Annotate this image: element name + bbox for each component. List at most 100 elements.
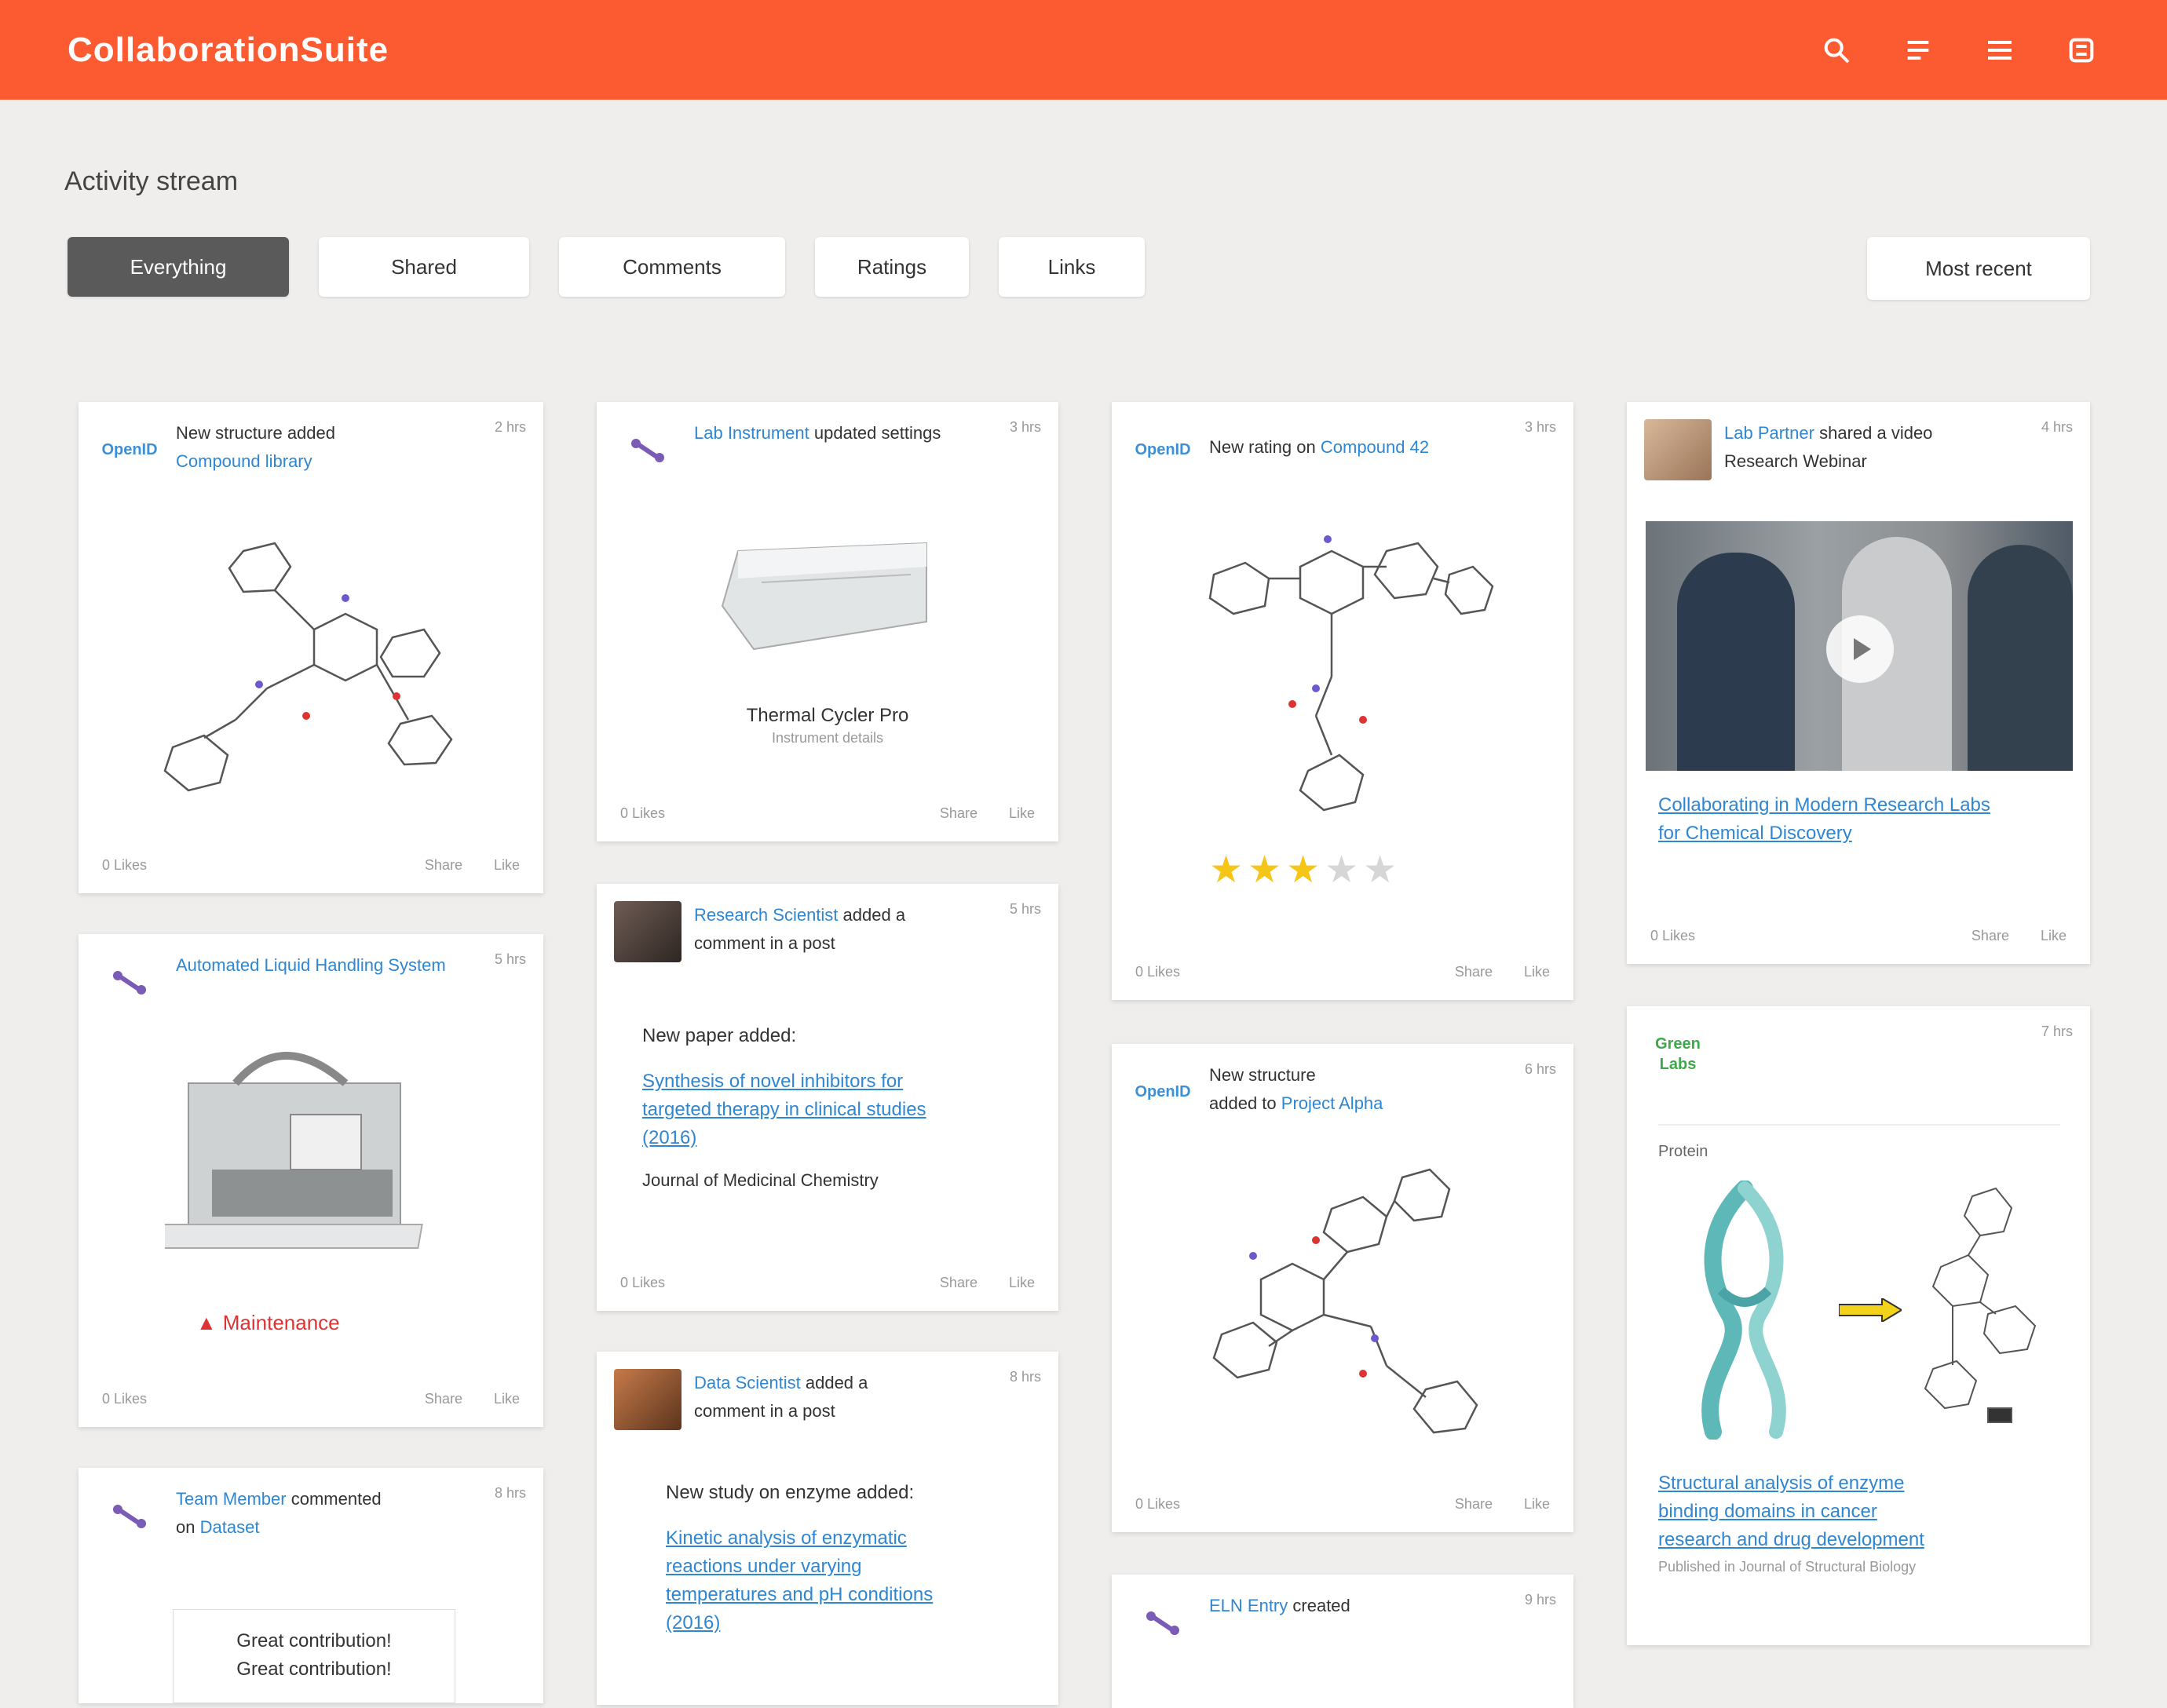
user-avatar[interactable] [1644, 419, 1712, 480]
post-intro: New paper added: [642, 1025, 797, 1046]
paper-link-3[interactable]: temperatures and pH conditions [666, 1581, 1027, 1609]
video-link-2[interactable]: for Chemical Discovery [1658, 819, 2067, 848]
instrument-name: Thermal Cycler Pro [746, 705, 909, 726]
share-button[interactable]: Share [425, 1391, 462, 1407]
user-avatar[interactable] [614, 901, 682, 962]
filter-links[interactable]: Links [999, 237, 1145, 297]
activity-card[interactable]: Lab Partner shared a video Research Webi… [1627, 402, 2090, 964]
network-logo [96, 1485, 163, 1546]
activity-card[interactable]: Lab Instrument updated settings 3 hrs Th… [597, 402, 1058, 841]
share-button[interactable]: Share [1455, 1496, 1493, 1513]
card-summary-text-2: comment in a post [694, 933, 835, 953]
activity-card[interactable]: OpenID New rating on Compound 42 3 hrs ★… [1112, 402, 1573, 1000]
filter-bar: Everything Shared Comments Ratings Links [68, 237, 1145, 297]
card-header: Team Member commented on Dataset 8 hrs [96, 1485, 526, 1548]
share-button[interactable]: Share [940, 805, 978, 822]
list-icon[interactable] [1900, 32, 1936, 68]
likes-count: 0 Likes [1135, 1495, 1181, 1512]
card-summary-link[interactable]: Project Alpha [1281, 1093, 1383, 1113]
paper-link-3[interactable]: (2016) [642, 1124, 1027, 1152]
activity-card[interactable]: Green Labs 7 hrs Protein Structural anal… [1627, 1006, 2090, 1645]
video-thumbnail[interactable] [1646, 521, 2073, 771]
comment-text-2: Great contribution! [236, 1659, 392, 1680]
user-avatar[interactable] [614, 1369, 682, 1430]
activity-card[interactable]: OpenID New structure added to Project Al… [1112, 1044, 1573, 1532]
card-actions: Share Like [425, 857, 520, 874]
card-footer: 0 Likes Share Like [102, 851, 520, 879]
card-summary-text-2: added to [1209, 1093, 1277, 1113]
filter-comments[interactable]: Comments [559, 237, 785, 297]
play-icon[interactable] [1826, 615, 1894, 683]
like-button[interactable]: Like [2041, 928, 2067, 944]
star-empty-icon[interactable]: ★ [1363, 849, 1401, 891]
warning-icon: ▲ [196, 1311, 217, 1334]
paper-link[interactable]: Synthesis of novel inhibitors for [642, 1068, 1027, 1096]
protein-figure: Protein [1658, 1124, 2060, 1487]
card-footer: 0 Likes Share Like [1650, 922, 2067, 950]
video-link[interactable]: Collaborating in Modern Research Labs [1658, 791, 2067, 819]
likes-count: 0 Likes [102, 856, 148, 873]
article-source: Published in Journal of Structural Biolo… [1658, 1559, 1917, 1575]
like-button[interactable]: Like [1009, 1275, 1035, 1291]
filter-ratings[interactable]: Ratings [815, 237, 969, 297]
card-header: OpenID New rating on Compound 42 3 hrs [1129, 419, 1556, 482]
card-header: ELN Entry created 9 hrs [1129, 1592, 1556, 1655]
paper-link-2[interactable]: reactions under varying [666, 1553, 1027, 1581]
star-filled-icon[interactable]: ★ [1286, 849, 1325, 891]
card-summary-link[interactable]: Compound library [176, 451, 312, 471]
star-empty-icon[interactable]: ★ [1325, 849, 1363, 891]
card-header: Green Labs 7 hrs [1644, 1024, 2073, 1086]
likes-count: 0 Likes [1135, 963, 1181, 980]
card-summary-link-2[interactable]: Dataset [200, 1517, 260, 1537]
card-summary-link[interactable]: Lab Partner [1724, 423, 1814, 443]
filter-shared[interactable]: Shared [319, 237, 529, 297]
share-button[interactable]: Share [940, 1275, 978, 1291]
article-link[interactable]: Structural analysis of enzyme [1658, 1469, 2067, 1498]
activity-card[interactable]: OpenID New structure added Compound libr… [79, 402, 543, 893]
share-button[interactable]: Share [425, 857, 462, 874]
card-summary-link[interactable]: Data Scientist [694, 1373, 801, 1392]
rating-stars[interactable]: ★★★★★ [1209, 848, 1401, 892]
card-summary-link[interactable]: Research Scientist [694, 905, 838, 925]
like-button[interactable]: Like [1524, 964, 1550, 980]
paper-link-2[interactable]: targeted therapy in clinical studies [642, 1096, 1027, 1124]
share-button[interactable]: Share [1971, 928, 2009, 944]
star-filled-icon[interactable]: ★ [1209, 849, 1248, 891]
activity-card[interactable]: Team Member commented on Dataset 8 hrs G… [79, 1468, 543, 1703]
timestamp: 8 hrs [1009, 1369, 1041, 1385]
timestamp: 3 hrs [1009, 419, 1041, 435]
card-summary-link[interactable]: Team Member [176, 1489, 287, 1509]
paper-link[interactable]: Kinetic analysis of enzymatic [666, 1524, 1027, 1553]
card-summary: New structure added Compound library [176, 419, 482, 482]
card-summary-link[interactable]: Lab Instrument [694, 423, 809, 443]
timestamp: 8 hrs [494, 1485, 526, 1501]
likes-count: 0 Likes [1650, 927, 1696, 943]
activity-card[interactable]: ELN Entry created 9 hrs [1112, 1575, 1573, 1708]
paper-link-4[interactable]: (2016) [666, 1609, 1027, 1637]
page-title: Activity stream [64, 166, 238, 197]
menu-icon[interactable] [1982, 32, 2018, 68]
card-summary-text: updated settings [813, 423, 941, 443]
article-link-3[interactable]: research and drug development [1658, 1526, 2067, 1554]
like-button[interactable]: Like [494, 857, 520, 874]
timestamp: 4 hrs [2041, 419, 2073, 435]
activity-card[interactable]: Data Scientist added a comment in a post… [597, 1352, 1058, 1705]
card-summary-link[interactable]: ELN Entry [1209, 1596, 1288, 1615]
share-button[interactable]: Share [1455, 964, 1493, 980]
like-button[interactable]: Like [1009, 805, 1035, 822]
like-button[interactable]: Like [1524, 1496, 1550, 1513]
like-button[interactable]: Like [494, 1391, 520, 1407]
card-summary-link[interactable]: Compound 42 [1321, 437, 1429, 457]
card-summary-link[interactable]: Automated Liquid Handling System [176, 955, 446, 975]
settings-icon[interactable] [2063, 32, 2099, 68]
search-icon[interactable] [1818, 32, 1855, 68]
article-link-2[interactable]: binding domains in cancer [1658, 1498, 2067, 1526]
app-header: CollaborationSuite [0, 0, 2167, 100]
activity-card[interactable]: Research Scientist added a comment in a … [597, 884, 1058, 1311]
app-title[interactable]: CollaborationSuite [68, 31, 389, 70]
star-filled-icon[interactable]: ★ [1248, 849, 1286, 891]
activity-card[interactable]: Automated Liquid Handling System 5 hrs ▲… [79, 934, 543, 1427]
card-summary: Research Scientist added a comment in a … [694, 901, 997, 964]
sort-dropdown[interactable]: Most recent [1867, 237, 2090, 300]
filter-everything[interactable]: Everything [68, 237, 289, 297]
